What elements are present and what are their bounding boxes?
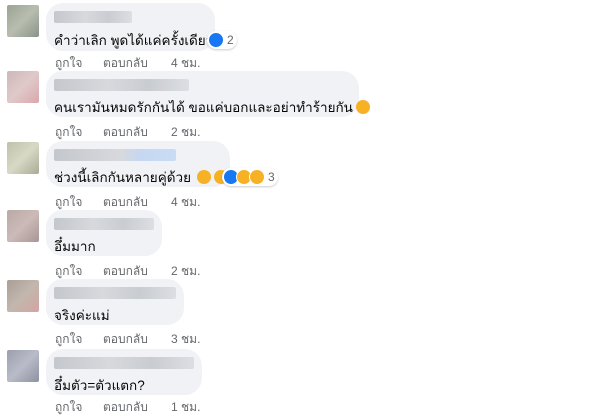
timestamp[interactable]: 4 ชม. <box>171 193 200 212</box>
avatar[interactable] <box>7 71 39 103</box>
reply-link[interactable]: ตอบกลับ <box>103 123 171 142</box>
comment-text: อึ๋มตัว=ตัวแตก? <box>54 378 145 393</box>
commenter-name[interactable] <box>54 357 194 369</box>
crying-emoji-icon <box>196 170 211 184</box>
comment-actions: ถูกใจ ตอบกลับ 2 ชม. <box>55 123 200 142</box>
reaction-summary[interactable]: 3 <box>222 168 278 186</box>
comment-bubble: อึ๋มมาก <box>46 210 162 256</box>
comment-text: คำว่าเลิก พูดได้แค่ครั้งเดียว <box>54 33 214 48</box>
reply-link[interactable]: ตอบกลับ <box>103 398 171 417</box>
like-link[interactable]: ถูกใจ <box>55 330 103 349</box>
avatar[interactable] <box>7 210 39 242</box>
timestamp[interactable]: 2 ชม. <box>171 262 200 281</box>
commenter-name[interactable] <box>54 79 189 91</box>
comment-actions: ถูกใจ ตอบกลับ 1 ชม. <box>55 398 200 417</box>
comment-text: อึ๋มมาก <box>54 239 96 254</box>
reply-link[interactable]: ตอบกลับ <box>103 330 171 349</box>
comment-actions: ถูกใจ ตอบกลับ 3 ชม. <box>55 330 200 349</box>
comment-text: คนเรามันหมดรักกันได้ ขอแค่บอกและอย่าทำร้… <box>54 96 370 118</box>
comment-bubble: ช่วงนี้เลิกกันหลายคู่ด้วย <box>46 141 230 187</box>
reaction-summary[interactable]: 2 <box>207 31 237 49</box>
avatar[interactable] <box>7 280 39 312</box>
reaction-count: 2 <box>227 33 234 47</box>
avatar[interactable] <box>7 142 39 174</box>
like-link[interactable]: ถูกใจ <box>55 398 103 417</box>
timestamp[interactable]: 3 ชม. <box>171 330 200 349</box>
comment-text-content: ช่วงนี้เลิกกันหลายคู่ด้วย <box>54 170 191 185</box>
reaction-count: 3 <box>268 170 275 184</box>
like-link[interactable]: ถูกใจ <box>55 123 103 142</box>
sad-face-icon <box>355 100 370 114</box>
commenter-name[interactable] <box>54 11 132 23</box>
comment-bubble: คำว่าเลิก พูดได้แค่ครั้งเดียว <box>46 3 215 51</box>
commenter-name[interactable] <box>54 149 176 161</box>
comment-text: ช่วงนี้เลิกกันหลายคู่ด้วย <box>54 166 228 188</box>
comment-text: จริงค่ะแม่ <box>54 308 110 323</box>
wow-icon <box>249 169 265 185</box>
timestamp[interactable]: 1 ชม. <box>171 398 200 417</box>
like-icon <box>208 32 224 48</box>
commenter-name[interactable] <box>54 218 154 230</box>
avatar[interactable] <box>7 350 39 382</box>
avatar[interactable] <box>7 5 39 37</box>
comment-bubble: จริงค่ะแม่ <box>46 279 184 325</box>
comment-bubble: คนเรามันหมดรักกันได้ ขอแค่บอกและอย่าทำร้… <box>46 71 370 117</box>
commenter-name[interactable] <box>54 287 176 299</box>
timestamp[interactable]: 2 ชม. <box>171 123 200 142</box>
comment-bubble: อึ๋มตัว=ตัวแตก? <box>46 349 202 395</box>
comment-text-content: คนเรามันหมดรักกันได้ ขอแค่บอกและอย่าทำร้… <box>54 100 353 115</box>
